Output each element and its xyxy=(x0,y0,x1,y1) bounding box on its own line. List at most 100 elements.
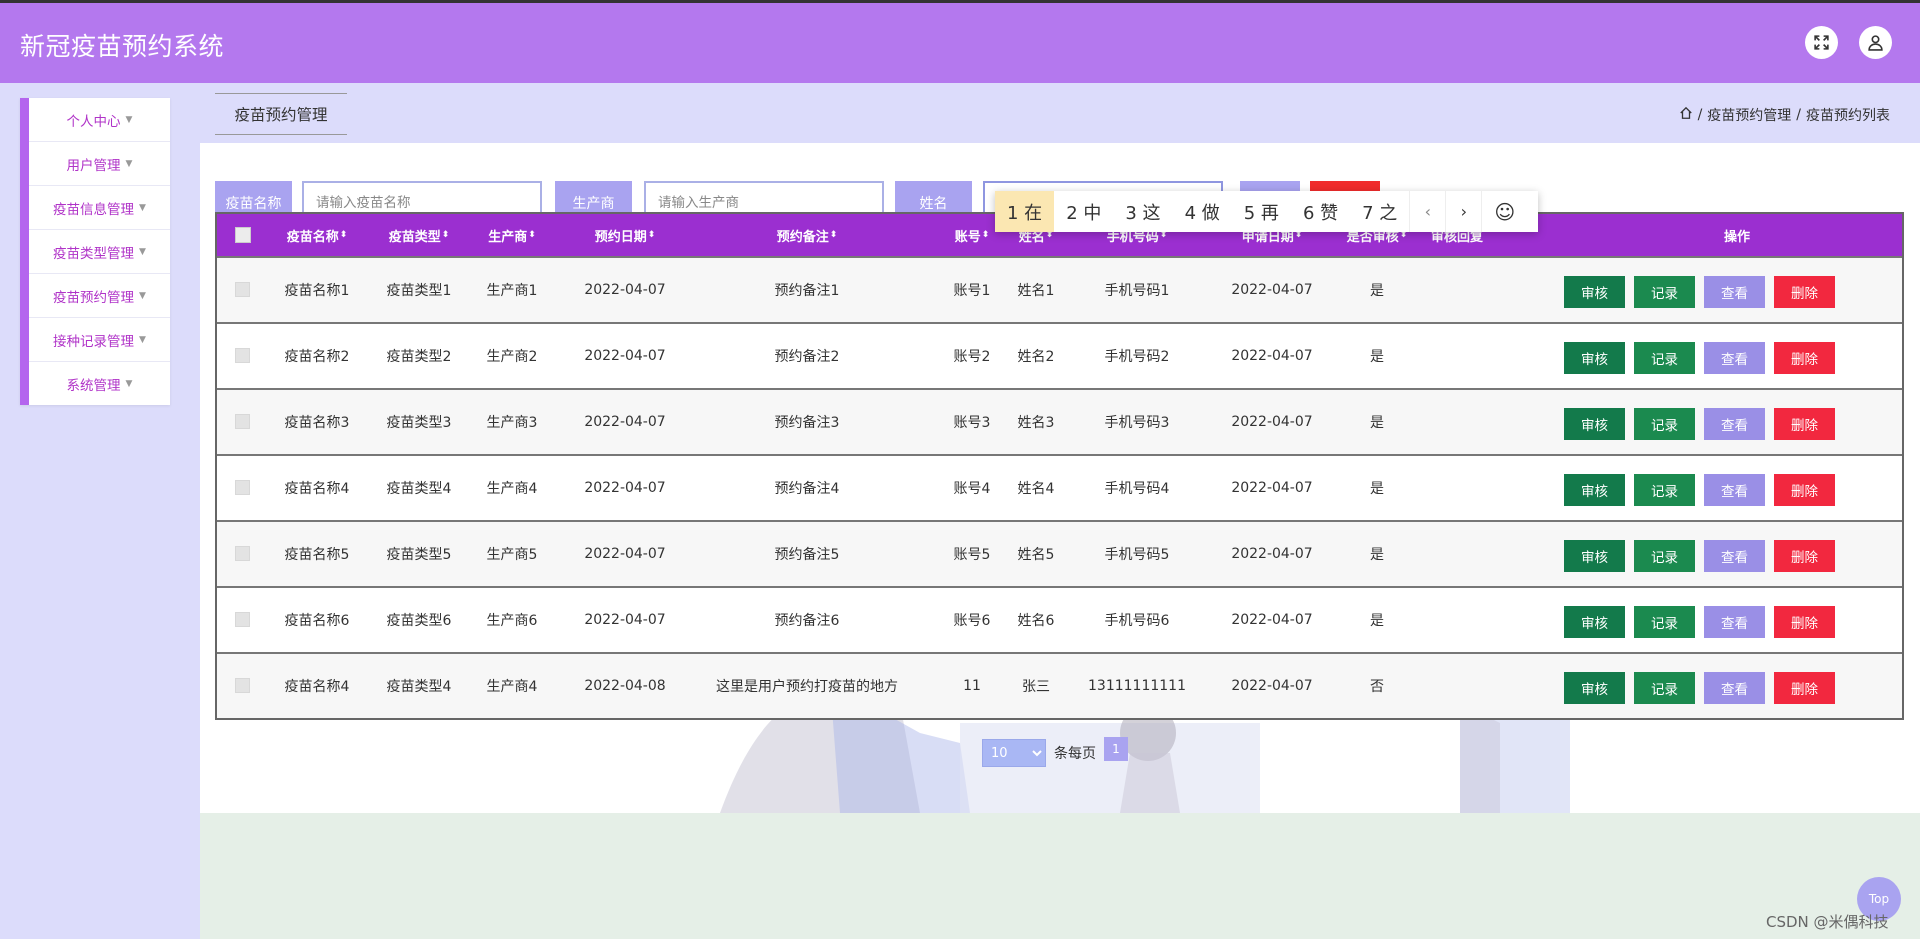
row-checkbox[interactable] xyxy=(235,480,250,495)
cell-account: 账号6 xyxy=(953,613,991,629)
sidebar-item-vaccine-booking[interactable]: 疫苗预约管理 ▼ xyxy=(29,274,170,318)
ime-candidate[interactable]: 7 之 xyxy=(1350,191,1409,232)
row-checkbox[interactable] xyxy=(235,348,250,363)
cell-vaccine-type: 疫苗类型1 xyxy=(386,283,452,299)
tab-row: 疫苗预约管理 / 疫苗预约管理 / 疫苗预约列表 xyxy=(200,83,1920,143)
ime-candidate[interactable]: 3 这 xyxy=(1113,191,1172,232)
audit-button[interactable]: 审核 xyxy=(1564,342,1625,374)
delete-button[interactable]: 删除 xyxy=(1774,540,1835,572)
header-note[interactable]: 预约备注 ⬍ xyxy=(707,214,907,256)
view-button[interactable]: 查看 xyxy=(1704,276,1765,308)
page-number-button[interactable]: 1 xyxy=(1104,737,1128,761)
cell-name: 姓名6 xyxy=(1017,613,1055,629)
cell-phone: 手机号码2 xyxy=(1104,349,1170,365)
audit-button[interactable]: 审核 xyxy=(1564,276,1625,308)
cell-account: 账号1 xyxy=(953,283,991,299)
delete-button[interactable]: 删除 xyxy=(1774,276,1835,308)
sidebar-item-user-management[interactable]: 用户管理 ▼ xyxy=(29,142,170,186)
header-vaccine-type[interactable]: 疫苗类型 ⬍ xyxy=(379,214,459,256)
delete-button[interactable]: 删除 xyxy=(1774,672,1835,704)
page-size-select[interactable]: 10 xyxy=(982,739,1046,767)
sidebar-item-vaccination-record[interactable]: 接种记录管理 ▼ xyxy=(29,318,170,362)
view-button[interactable]: 查看 xyxy=(1704,540,1765,572)
sidebar-item-label: 系统管理 xyxy=(66,378,121,394)
delete-button[interactable]: 删除 xyxy=(1774,342,1835,374)
header-vaccine-name[interactable]: 疫苗名称 ⬍ xyxy=(277,214,357,256)
cell-audited: 是 xyxy=(1370,481,1384,497)
audit-button[interactable]: 审核 xyxy=(1564,540,1625,572)
cell-note: 预约备注5 xyxy=(774,547,840,563)
cell-maker: 生产商6 xyxy=(486,613,538,629)
sidebar-item-vaccine-info[interactable]: 疫苗信息管理 ▼ xyxy=(29,186,170,230)
sidebar-item-system[interactable]: 系统管理 ▼ xyxy=(29,362,170,406)
booking-table: 疫苗名称 ⬍ 疫苗类型 ⬍ 生产商 ⬍ 预约日期 ⬍ 预约备注 ⬍ 账号 ⬍ 姓名 ⬍ 手机号… xyxy=(215,212,1904,720)
ime-candidate[interactable]: 1 在 xyxy=(995,191,1055,232)
row-checkbox[interactable] xyxy=(235,282,250,297)
audit-button[interactable]: 审核 xyxy=(1564,474,1625,506)
record-button[interactable]: 记录 xyxy=(1634,606,1695,638)
row-checkbox[interactable] xyxy=(235,546,250,561)
record-button[interactable]: 记录 xyxy=(1634,672,1695,704)
cell-vaccine-name: 疫苗名称4 xyxy=(284,679,350,695)
view-button[interactable]: 查看 xyxy=(1704,606,1765,638)
cell-maker: 生产商3 xyxy=(486,415,538,431)
ime-candidate[interactable]: 5 再 xyxy=(1232,191,1291,232)
fullscreen-icon[interactable] xyxy=(1805,26,1838,59)
cell-note: 预约备注2 xyxy=(774,349,840,365)
cell-vaccine-name: 疫苗名称6 xyxy=(284,613,350,629)
header-maker[interactable]: 生产商 ⬍ xyxy=(477,214,547,256)
view-button[interactable]: 查看 xyxy=(1704,408,1765,440)
view-button[interactable]: 查看 xyxy=(1704,672,1765,704)
cell-note: 预约备注4 xyxy=(774,481,840,497)
table-body: 疫苗名称1 疫苗类型1 生产商1 2022-04-07 预约备注1 账号1 姓名1 手机号码1… xyxy=(217,256,1902,718)
view-button[interactable]: 查看 xyxy=(1704,342,1765,374)
header-actions: 操作 xyxy=(1723,229,1750,245)
cell-book-date: 2022-04-07 xyxy=(584,414,666,430)
delete-button[interactable]: 删除 xyxy=(1774,408,1835,440)
tab-vaccine-booking[interactable]: 疫苗预约管理 xyxy=(215,93,347,135)
ime-candidate[interactable]: 4 做 xyxy=(1173,191,1232,232)
cell-apply-date: 2022-04-07 xyxy=(1231,612,1313,628)
row-checkbox[interactable] xyxy=(235,414,250,429)
cell-vaccine-name: 疫苗名称5 xyxy=(284,547,350,563)
cell-note: 预约备注3 xyxy=(774,415,840,431)
breadcrumb-level1[interactable]: 疫苗预约管理 xyxy=(1707,105,1791,125)
record-button[interactable]: 记录 xyxy=(1634,342,1695,374)
delete-button[interactable]: 删除 xyxy=(1774,606,1835,638)
cell-audited: 否 xyxy=(1370,679,1384,695)
cell-account: 11 xyxy=(963,678,981,694)
view-button[interactable]: 查看 xyxy=(1704,474,1765,506)
sidebar-item-label: 用户管理 xyxy=(66,157,121,174)
record-button[interactable]: 记录 xyxy=(1634,540,1695,572)
caret-down-icon: ▼ xyxy=(125,158,133,169)
sidebar-item-personal-center[interactable]: 个人中心 ▼ xyxy=(29,98,170,142)
ime-candidate[interactable]: 6 赞 xyxy=(1291,191,1350,232)
cell-vaccine-name: 疫苗名称1 xyxy=(284,283,350,299)
sidebar-item-vaccine-type[interactable]: 疫苗类型管理 ▼ xyxy=(29,230,170,274)
pagination: 10 条每页 1 xyxy=(982,737,1128,767)
header-book-date[interactable]: 预约日期 ⬍ xyxy=(565,214,685,256)
ime-prev-icon[interactable]: ‹ xyxy=(1409,191,1445,232)
cell-maker: 生产商1 xyxy=(486,283,538,299)
row-checkbox[interactable] xyxy=(235,612,250,627)
delete-button[interactable]: 删除 xyxy=(1774,474,1835,506)
cell-book-date: 2022-04-07 xyxy=(584,546,666,562)
row-checkbox[interactable] xyxy=(235,678,250,693)
audit-button[interactable]: 审核 xyxy=(1564,606,1625,638)
home-icon[interactable] xyxy=(1679,106,1693,124)
audit-button[interactable]: 审核 xyxy=(1564,672,1625,704)
audit-button[interactable]: 审核 xyxy=(1564,408,1625,440)
top-bar: 新冠疫苗预约系统 xyxy=(0,0,1920,83)
ime-candidate[interactable]: 2 中 xyxy=(1054,191,1113,232)
record-button[interactable]: 记录 xyxy=(1634,276,1695,308)
cell-audited: 是 xyxy=(1370,283,1384,299)
header-account-label: 账号 xyxy=(954,229,981,245)
emoji-icon[interactable]: ☺ xyxy=(1481,191,1527,232)
record-button[interactable]: 记录 xyxy=(1634,408,1695,440)
ime-next-icon[interactable]: › xyxy=(1445,191,1481,232)
record-button[interactable]: 记录 xyxy=(1634,474,1695,506)
cell-note: 预约备注1 xyxy=(774,283,840,299)
select-all-checkbox[interactable] xyxy=(235,227,251,243)
user-icon[interactable] xyxy=(1859,26,1892,59)
header-account[interactable]: 账号 ⬍ xyxy=(947,214,997,256)
